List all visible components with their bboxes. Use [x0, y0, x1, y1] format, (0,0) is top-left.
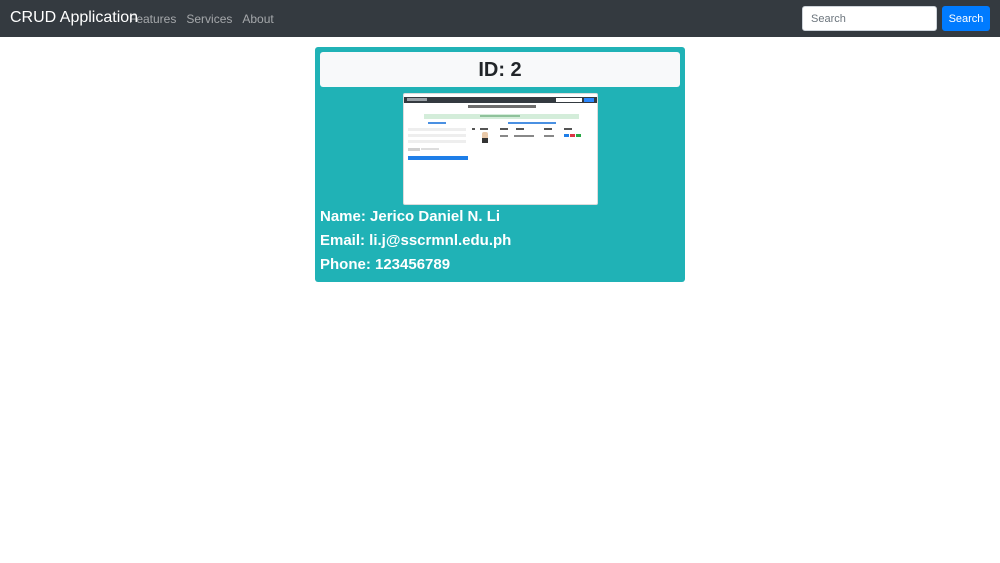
- nav-link-services[interactable]: Services: [186, 11, 232, 27]
- nav-link-features[interactable]: Features: [129, 11, 176, 27]
- navbar-brand[interactable]: CRUD Application: [10, 8, 138, 28]
- nav-link-about[interactable]: About: [242, 11, 273, 27]
- navbar: CRUD Application Features Services About…: [0, 0, 1000, 37]
- record-id-title: ID: 2: [478, 58, 522, 81]
- record-phone: Phone: 123456789: [320, 256, 451, 273]
- record-image: [403, 93, 598, 205]
- record-card: ID: 2 Name: Jerico Daniel N. Li Email: l: [315, 47, 685, 282]
- record-name: Name: Jerico Daniel N. Li: [320, 208, 501, 225]
- nav-links: Features Services About: [129, 11, 274, 27]
- card-header: ID: 2: [320, 52, 680, 87]
- search-input[interactable]: [802, 6, 937, 31]
- search-button[interactable]: Search: [942, 6, 990, 31]
- record-email: Email: li.j@sscrmnl.edu.ph: [320, 232, 512, 249]
